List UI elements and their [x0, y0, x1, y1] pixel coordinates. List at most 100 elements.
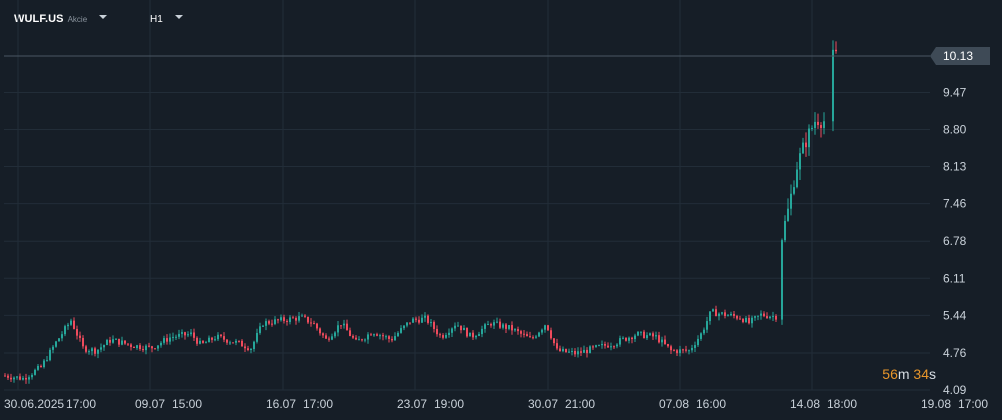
- candle-body: [583, 349, 585, 353]
- candle-body: [73, 320, 75, 329]
- candle-body: [484, 324, 486, 329]
- candle-body: [67, 324, 69, 327]
- candle-body: [769, 316, 771, 319]
- candle-body: [637, 331, 639, 336]
- candle-body: [793, 187, 795, 194]
- candle-body: [247, 348, 249, 350]
- price-axis-label: 4.76: [943, 346, 967, 360]
- candle-body: [205, 342, 207, 344]
- candle-body: [259, 326, 261, 333]
- candle-body: [649, 333, 651, 336]
- candle-body: [811, 127, 813, 129]
- candle-body: [301, 315, 303, 317]
- candle-body: [547, 325, 549, 331]
- candle-body: [820, 125, 822, 128]
- candle-body: [274, 319, 276, 324]
- candle-body: [376, 334, 378, 336]
- candle-body: [64, 326, 66, 335]
- candle-body: [655, 335, 657, 337]
- candle-body: [505, 324, 507, 329]
- candle-body: [664, 339, 666, 345]
- candle-body: [496, 321, 498, 323]
- candle-body: [763, 313, 765, 317]
- candle-body: [148, 345, 150, 347]
- candle-body: [460, 325, 462, 331]
- candle-body: [139, 345, 141, 350]
- candle-body: [688, 350, 690, 352]
- candle-body: [7, 375, 9, 378]
- candle-body: [469, 332, 471, 337]
- candle-body: [76, 328, 78, 336]
- candle-body: [52, 346, 54, 350]
- candle-body: [133, 346, 135, 349]
- candle-body: [124, 340, 126, 344]
- candle-body: [190, 332, 192, 335]
- candle-body: [652, 333, 654, 337]
- candle-body: [157, 345, 159, 349]
- candle-body: [415, 318, 417, 320]
- price-chart[interactable]: 4.09 4.76 5.44 6.11 6.78 7.46 8.13 8.80 9.47 30.…: [0, 0, 1002, 420]
- candle-body: [175, 336, 177, 338]
- candle-body: [316, 323, 318, 329]
- candle-body: [526, 334, 528, 337]
- candle-body: [250, 348, 252, 350]
- candle-body: [328, 338, 330, 340]
- candle-body: [262, 325, 264, 327]
- candle-body: [682, 349, 684, 351]
- candle-body: [502, 324, 504, 328]
- candle-body: [703, 329, 705, 334]
- candle-body: [361, 339, 363, 341]
- candle-body: [319, 328, 321, 334]
- candle-body: [628, 337, 630, 341]
- candle-body: [229, 342, 231, 344]
- candle-body: [208, 337, 210, 343]
- candle-body: [727, 315, 729, 317]
- candle-body: [439, 334, 441, 336]
- candle-body: [121, 340, 123, 345]
- candle-body: [82, 337, 84, 347]
- candle-body: [22, 377, 24, 380]
- candle-body: [343, 323, 345, 326]
- candle-body: [163, 338, 165, 343]
- candle-body: [661, 339, 663, 343]
- candle-body: [151, 346, 153, 349]
- candle-body: [517, 329, 519, 332]
- candle-body: [463, 328, 465, 331]
- candle-body: [289, 317, 291, 322]
- time-axis-label: 16:00: [696, 397, 726, 411]
- countdown-minutes-unit: m: [897, 366, 910, 382]
- candle-body: [106, 339, 108, 346]
- candle-body: [610, 346, 612, 348]
- candle-body: [730, 313, 732, 316]
- candle-body: [10, 377, 12, 380]
- candle-body: [436, 328, 438, 335]
- candle-body: [817, 121, 819, 126]
- candle-body: [514, 329, 516, 331]
- candle-body: [214, 339, 216, 341]
- candle-body: [613, 346, 615, 348]
- candle-body: [268, 321, 270, 324]
- candle-body: [295, 317, 297, 321]
- candle-body: [718, 313, 720, 317]
- candle-body: [577, 351, 579, 355]
- candle-body: [355, 337, 357, 340]
- candle-body: [187, 334, 189, 336]
- candle-body: [427, 315, 429, 323]
- candle-body: [46, 360, 48, 362]
- candle-body: [85, 346, 87, 352]
- candle-body: [31, 374, 33, 378]
- candle-body: [454, 325, 456, 329]
- candle-body: [508, 325, 510, 329]
- candle-body: [307, 316, 309, 323]
- candle-body: [565, 348, 567, 353]
- candle-body: [196, 337, 198, 344]
- price-axis-label: 5.44: [943, 308, 967, 322]
- candle-body: [349, 330, 351, 336]
- candle-body: [382, 335, 384, 337]
- candle-body: [193, 332, 195, 338]
- candle-body: [421, 317, 423, 323]
- price-axis-label: 9.47: [943, 85, 967, 99]
- candle-body: [367, 334, 369, 340]
- candle-body: [604, 344, 606, 346]
- candle-body: [538, 332, 540, 337]
